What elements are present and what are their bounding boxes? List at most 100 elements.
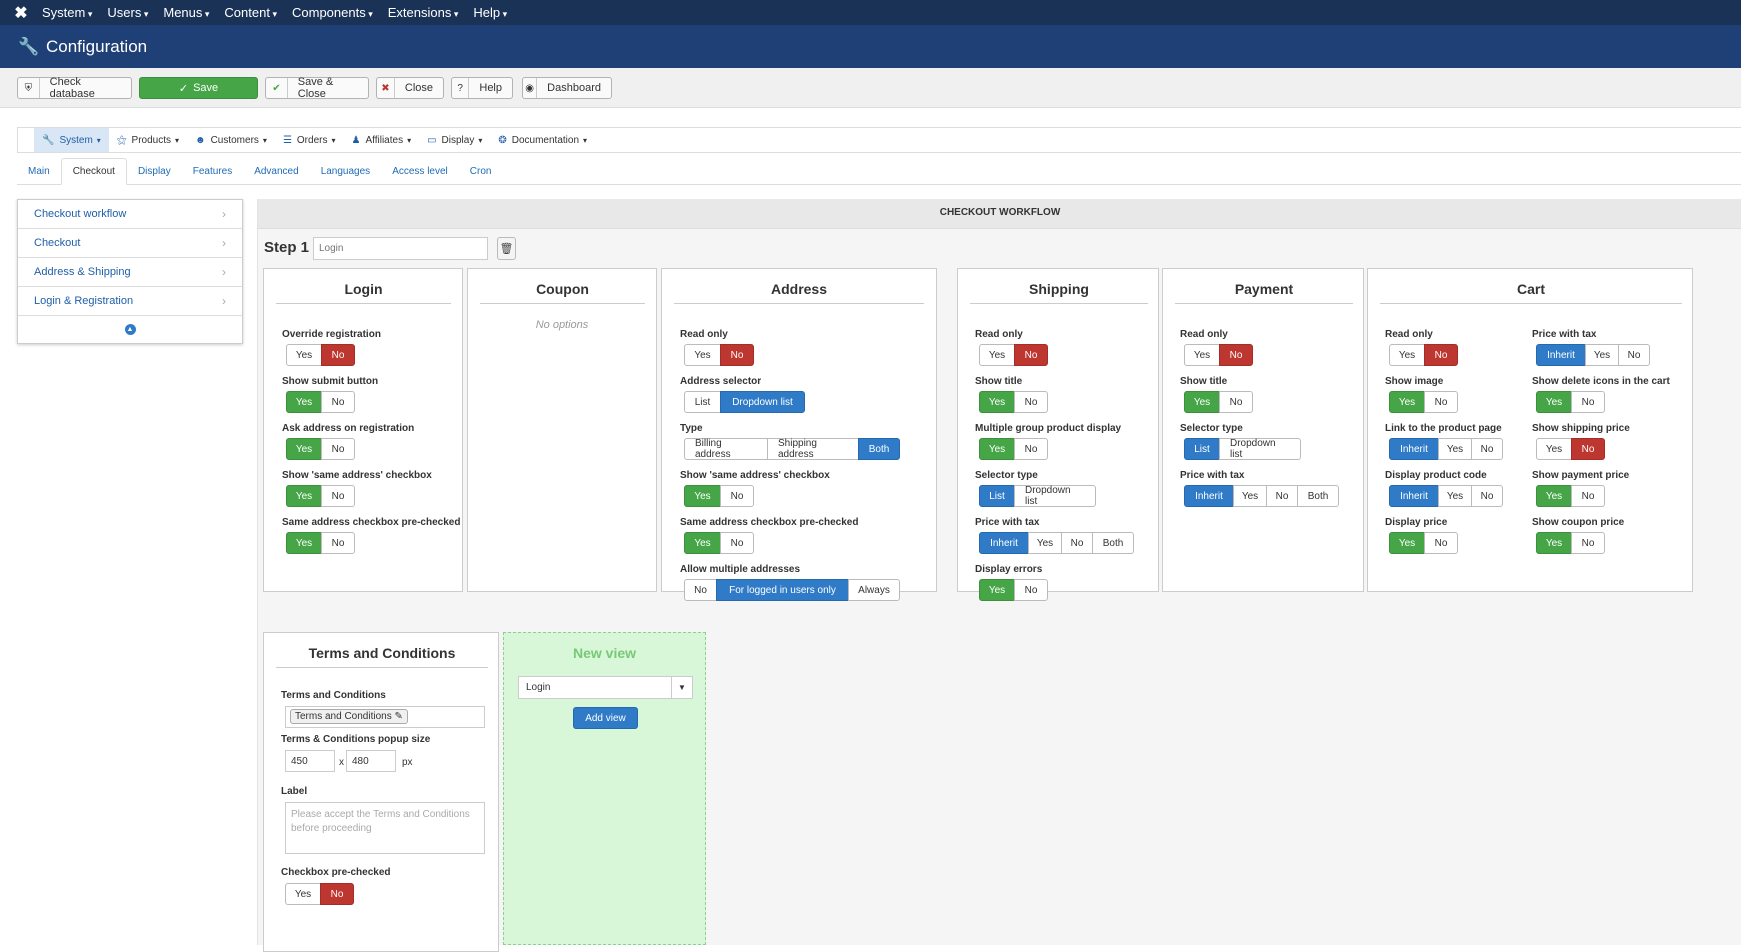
- menu-components[interactable]: Components: [292, 5, 373, 20]
- option-no[interactable]: No: [720, 485, 754, 507]
- tab-advanced[interactable]: Advanced: [243, 158, 309, 184]
- option-no[interactable]: No: [1618, 344, 1650, 366]
- option-yes[interactable]: Yes: [286, 344, 322, 366]
- option-yes[interactable]: Yes: [1438, 438, 1472, 460]
- option-yes[interactable]: Yes: [286, 438, 322, 460]
- sidebar-item-login-registration[interactable]: Login & Registration ›: [18, 287, 242, 316]
- option-no[interactable]: No: [1571, 391, 1605, 413]
- option-both[interactable]: Both: [1092, 532, 1134, 554]
- option-no[interactable]: No: [1014, 438, 1048, 460]
- option-inherit[interactable]: Inherit: [979, 532, 1029, 554]
- option-no[interactable]: No: [321, 438, 355, 460]
- option-always[interactable]: Always: [848, 579, 900, 601]
- tab-features[interactable]: Features: [182, 158, 243, 184]
- option-no[interactable]: No: [1014, 391, 1048, 413]
- option-no[interactable]: No: [1061, 532, 1093, 554]
- menu-system[interactable]: System: [42, 5, 92, 20]
- submenu-products[interactable]: ⚝ Products: [109, 128, 187, 152]
- option-no[interactable]: No: [1471, 485, 1503, 507]
- save-button[interactable]: ✓ Save: [139, 77, 258, 99]
- option-no[interactable]: No: [720, 532, 754, 554]
- option-dropdown-list[interactable]: Dropdown list: [1219, 438, 1301, 460]
- option-yes[interactable]: Yes: [1389, 532, 1425, 554]
- option-list[interactable]: List: [979, 485, 1015, 507]
- option-yes[interactable]: Yes: [1028, 532, 1062, 554]
- option-yes[interactable]: Yes: [1536, 485, 1572, 507]
- submenu-system[interactable]: 🔧 System: [34, 128, 109, 152]
- menu-help[interactable]: Help: [473, 5, 507, 20]
- option-yes[interactable]: Yes: [285, 883, 321, 905]
- option-logged-in-only[interactable]: For logged in users only: [716, 579, 849, 601]
- option-yes[interactable]: Yes: [1536, 391, 1572, 413]
- option-yes[interactable]: Yes: [1438, 485, 1472, 507]
- option-inherit[interactable]: Inherit: [1536, 344, 1586, 366]
- option-dropdown-list[interactable]: Dropdown list: [720, 391, 805, 413]
- option-yes[interactable]: Yes: [286, 391, 322, 413]
- option-both[interactable]: Both: [858, 438, 900, 460]
- option-list[interactable]: List: [684, 391, 721, 413]
- option-no[interactable]: No: [1219, 391, 1253, 413]
- tab-cron[interactable]: Cron: [459, 158, 503, 184]
- tab-checkout[interactable]: Checkout: [60, 158, 127, 185]
- option-yes[interactable]: Yes: [979, 438, 1015, 460]
- view-select[interactable]: Login ▼: [518, 676, 693, 699]
- option-no[interactable]: No: [1571, 532, 1605, 554]
- submenu-orders[interactable]: ☰ Orders: [275, 128, 344, 152]
- menu-content[interactable]: Content: [224, 5, 277, 20]
- option-yes[interactable]: Yes: [979, 391, 1015, 413]
- edit-icon[interactable]: ✎: [395, 711, 403, 722]
- joomla-icon[interactable]: ✖: [0, 3, 42, 23]
- terms-article-tag[interactable]: Terms and Conditions ✎: [290, 709, 408, 724]
- option-no[interactable]: No: [1014, 344, 1048, 366]
- dashboard-button[interactable]: ◉ Dashboard: [522, 77, 612, 99]
- option-no[interactable]: No: [321, 532, 355, 554]
- option-inherit[interactable]: Inherit: [1184, 485, 1234, 507]
- option-yes[interactable]: Yes: [286, 532, 322, 554]
- option-yes[interactable]: Yes: [1389, 344, 1425, 366]
- option-yes[interactable]: Yes: [979, 344, 1015, 366]
- option-inherit[interactable]: Inherit: [1389, 485, 1439, 507]
- save-close-button[interactable]: ✔ Save & Close: [265, 76, 369, 100]
- menu-extensions[interactable]: Extensions: [388, 5, 459, 20]
- tab-languages[interactable]: Languages: [310, 158, 382, 184]
- option-yes[interactable]: Yes: [1389, 391, 1425, 413]
- popup-height-input[interactable]: 480: [346, 750, 396, 772]
- option-yes[interactable]: Yes: [1184, 391, 1220, 413]
- option-no[interactable]: No: [321, 485, 355, 507]
- option-yes[interactable]: Yes: [1536, 438, 1572, 460]
- option-no[interactable]: No: [321, 344, 355, 366]
- option-list[interactable]: List: [1184, 438, 1220, 460]
- option-no[interactable]: No: [720, 344, 754, 366]
- option-yes[interactable]: Yes: [1536, 532, 1572, 554]
- label-textarea[interactable]: Please accept the Terms and Conditions b…: [285, 802, 485, 854]
- option-no[interactable]: No: [1571, 485, 1605, 507]
- check-database-button[interactable]: ⛨ Check database: [17, 76, 132, 100]
- option-no[interactable]: No: [1471, 438, 1503, 460]
- option-shipping-address[interactable]: Shipping address: [767, 438, 859, 460]
- option-no[interactable]: No: [1571, 438, 1605, 460]
- option-yes[interactable]: Yes: [684, 532, 721, 554]
- option-yes[interactable]: Yes: [979, 579, 1015, 601]
- help-button[interactable]: ? Help: [451, 77, 513, 99]
- option-yes[interactable]: Yes: [1585, 344, 1619, 366]
- menu-users[interactable]: Users: [107, 5, 148, 20]
- submenu-affiliates[interactable]: ♟ Affiliates: [343, 128, 419, 152]
- option-no[interactable]: No: [684, 579, 717, 601]
- tab-access-level[interactable]: Access level: [381, 158, 459, 184]
- sidebar-item-checkout[interactable]: Checkout ›: [18, 229, 242, 258]
- add-view-button[interactable]: Add view: [573, 707, 638, 729]
- option-yes[interactable]: Yes: [286, 485, 322, 507]
- option-yes[interactable]: Yes: [1233, 485, 1267, 507]
- submenu-display[interactable]: ▭ Display: [419, 128, 490, 152]
- tab-main[interactable]: Main: [17, 158, 61, 184]
- popup-width-input[interactable]: 450: [285, 750, 335, 772]
- option-no[interactable]: No: [1219, 344, 1253, 366]
- option-yes[interactable]: Yes: [684, 485, 721, 507]
- option-no[interactable]: No: [321, 391, 355, 413]
- option-both[interactable]: Both: [1297, 485, 1339, 507]
- submenu-documentation[interactable]: ❂ Documentation: [490, 128, 595, 152]
- option-inherit[interactable]: Inherit: [1389, 438, 1439, 460]
- trash-icon[interactable]: 🗑: [497, 237, 516, 260]
- menu-menus[interactable]: Menus: [163, 5, 209, 20]
- step-name-input[interactable]: [313, 237, 488, 260]
